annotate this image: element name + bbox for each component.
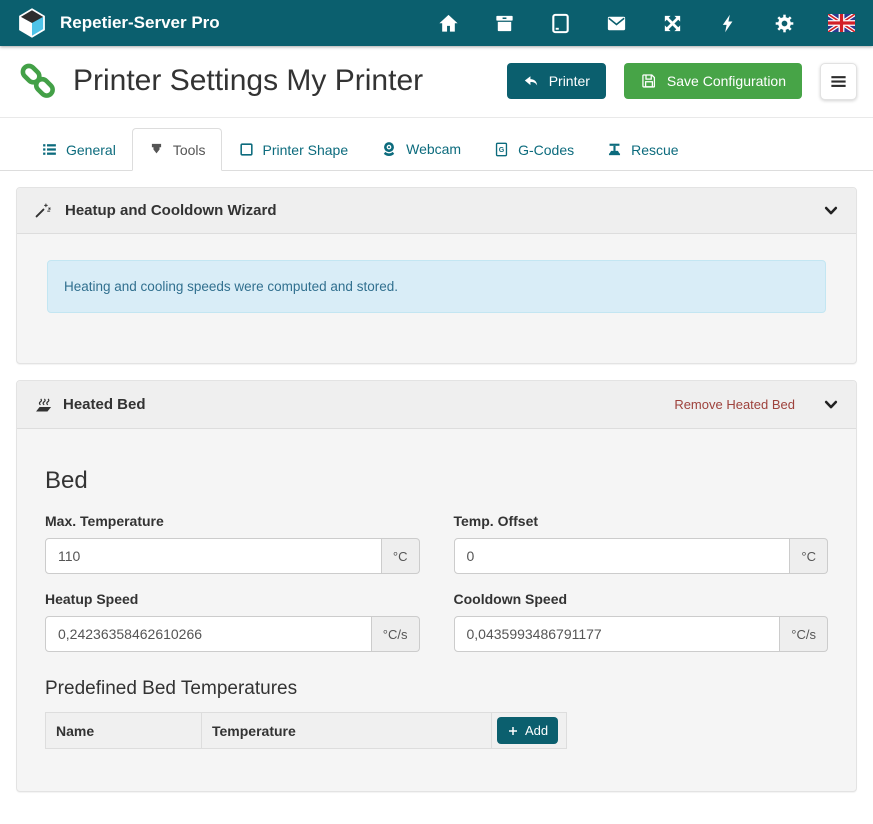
heated-bed-panel-header[interactable]: Heated Bed Remove Heated Bed: [17, 381, 856, 429]
heatup-speed-unit: °C/s: [372, 616, 420, 652]
temp-offset-input[interactable]: [454, 538, 791, 574]
add-temperature-button[interactable]: Add: [497, 717, 558, 744]
remove-heated-bed-link[interactable]: Remove Heated Bed: [674, 397, 795, 412]
temp-offset-label: Temp. Offset: [454, 513, 829, 529]
page-header: Printer Settings My Printer Printer Save…: [0, 46, 873, 118]
wizard-panel-title: Heatup and Cooldown Wizard: [65, 202, 277, 219]
heated-bed-panel: Heated Bed Remove Heated Bed Bed Max. Te…: [16, 380, 857, 792]
navbar-icons: [436, 11, 855, 35]
wizard-panel: Heatup and Cooldown Wizard Heating and c…: [16, 187, 857, 364]
printers-box-icon[interactable]: [492, 11, 516, 35]
extruder-icon: [148, 141, 165, 158]
max-temperature-unit: °C: [382, 538, 420, 574]
svg-text:G: G: [499, 146, 505, 154]
temperature-column-header: Temperature: [202, 713, 492, 749]
settings-tabs: General Tools Printer Shape Webcam G G-C…: [0, 127, 873, 171]
top-navbar: Repetier-Server Pro: [0, 0, 873, 46]
chevron-down-icon[interactable]: [822, 396, 840, 414]
brand-label: Repetier-Server Pro: [60, 13, 220, 33]
heatup-speed-label: Heatup Speed: [45, 591, 420, 607]
gcode-file-icon: G: [493, 141, 510, 158]
tab-general[interactable]: General: [25, 128, 132, 171]
quick-commands-icon[interactable]: [716, 11, 740, 35]
fullscreen-icon[interactable]: [660, 11, 684, 35]
heated-bed-icon: [33, 394, 54, 415]
floppy-save-icon: [640, 72, 658, 90]
link-chain-icon: [16, 59, 60, 103]
repetier-logo-icon: [16, 7, 48, 39]
tab-printer-shape[interactable]: Printer Shape: [222, 128, 365, 171]
info-alert: Heating and cooling speeds were computed…: [47, 260, 826, 313]
table-header-row: Name Temperature Add: [46, 713, 567, 749]
temp-offset-field: Temp. Offset °C: [454, 513, 829, 574]
heated-bed-panel-body: Bed Max. Temperature °C Temp. Offset °C: [17, 429, 856, 791]
settings-content: Heatup and Cooldown Wizard Heating and c…: [0, 171, 873, 824]
wizard-panel-header[interactable]: Heatup and Cooldown Wizard: [17, 188, 856, 234]
list-icon: [41, 141, 58, 158]
tab-gcodes[interactable]: G G-Codes: [477, 128, 590, 171]
save-configuration-button[interactable]: Save Configuration: [624, 63, 802, 99]
chevron-down-icon[interactable]: [822, 202, 840, 220]
printer-button[interactable]: Printer: [507, 63, 606, 99]
bed-fields: Max. Temperature °C Temp. Offset °C Heat…: [45, 513, 828, 652]
brand[interactable]: Repetier-Server Pro: [16, 7, 220, 39]
bed-section-heading: Bed: [45, 467, 828, 495]
menu-button[interactable]: [820, 63, 857, 100]
square-outline-icon: [238, 141, 255, 158]
heated-bed-panel-title: Heated Bed: [63, 396, 146, 413]
home-icon[interactable]: [436, 11, 460, 35]
cooldown-speed-label: Cooldown Speed: [454, 591, 829, 607]
magic-wand-icon: [33, 201, 52, 220]
cooldown-speed-input[interactable]: [454, 616, 781, 652]
piston-icon: [606, 141, 623, 158]
max-temperature-label: Max. Temperature: [45, 513, 420, 529]
add-column-header: Add: [492, 713, 567, 749]
tab-webcam[interactable]: Webcam: [364, 127, 477, 171]
max-temperature-input[interactable]: [45, 538, 382, 574]
reply-arrow-icon: [523, 73, 540, 90]
temp-offset-unit: °C: [790, 538, 828, 574]
touch-interface-icon[interactable]: [548, 11, 572, 35]
tab-rescue[interactable]: Rescue: [590, 128, 694, 171]
language-english-flag-icon[interactable]: [828, 11, 855, 35]
tab-tools[interactable]: Tools: [132, 128, 222, 171]
webcam-icon: [380, 140, 398, 158]
global-settings-icon[interactable]: [772, 11, 796, 35]
max-temperature-field: Max. Temperature °C: [45, 513, 420, 574]
heatup-speed-field: Heatup Speed °C/s: [45, 591, 420, 652]
predefined-temps-heading: Predefined Bed Temperatures: [45, 678, 828, 700]
plus-icon: [507, 725, 519, 737]
heatup-speed-input[interactable]: [45, 616, 372, 652]
predefined-temps-table: Name Temperature Add: [45, 712, 567, 749]
page-title: Printer Settings My Printer: [73, 64, 423, 98]
name-column-header: Name: [46, 713, 202, 749]
cooldown-speed-unit: °C/s: [780, 616, 828, 652]
cooldown-speed-field: Cooldown Speed °C/s: [454, 591, 829, 652]
hamburger-menu-icon: [829, 72, 848, 91]
wizard-panel-body: Heating and cooling speeds were computed…: [17, 234, 856, 363]
messages-icon[interactable]: [604, 11, 628, 35]
